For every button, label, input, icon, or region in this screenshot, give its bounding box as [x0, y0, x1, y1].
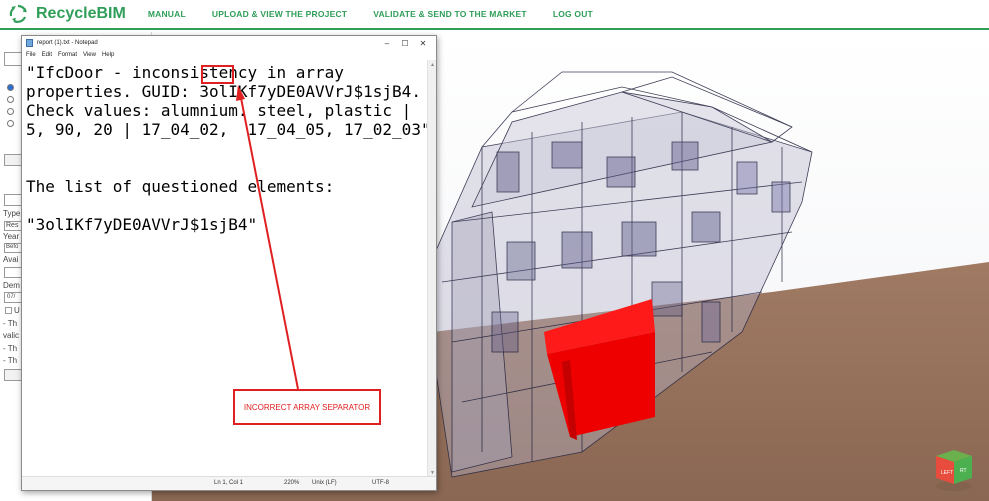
annotation-label-box: INCORRECT ARRAY SEPARATOR [233, 389, 381, 425]
minimize-button[interactable]: – [378, 39, 396, 48]
menu-format[interactable]: Format [58, 52, 77, 58]
menu-help[interactable]: Help [102, 52, 114, 58]
info-line-1: - Th [3, 319, 18, 328]
notepad-title: report (1).txt - Notepad [37, 40, 98, 46]
info-line-2: valic [3, 331, 20, 340]
top-navbar: RecycleBIM MANUAL UPLOAD & VIEW THE PROJ… [0, 0, 989, 30]
vertical-scrollbar[interactable]: ▲ ▼ [427, 60, 436, 478]
annotation-label: INCORRECT ARRAY SEPARATOR [243, 402, 371, 412]
text-line [26, 139, 428, 158]
logo-text: RecycleBIM [36, 5, 126, 22]
option-checkbox[interactable] [5, 307, 12, 314]
nav-manual[interactable]: MANUAL [148, 9, 186, 19]
view-cube[interactable]: LEFT RT [932, 446, 980, 494]
text-line: The list of questioned elements: [26, 177, 335, 196]
checkbox-label: U [14, 306, 20, 315]
info-line-3: - Th [3, 344, 18, 353]
radio-option-1[interactable] [7, 84, 14, 91]
notepad-icon [26, 39, 33, 47]
text-line: "3olIKf7yDE0AVVrJ$1sjB4" [26, 215, 258, 234]
close-button[interactable]: ✕ [414, 39, 432, 48]
radio-option-3[interactable] [7, 108, 14, 115]
viewcube-left-face[interactable]: LEFT [941, 470, 953, 476]
notepad-statusbar: Ln 1, Col 1 220% Unix (LF) UTF-8 [22, 476, 436, 490]
menu-file[interactable]: File [26, 52, 36, 58]
nav-validate-send[interactable]: VALIDATE & SEND TO THE MARKET [373, 9, 527, 19]
menu-view[interactable]: View [83, 52, 96, 58]
label-availability: Avai [3, 255, 19, 264]
label-demolition: Dem [3, 281, 20, 290]
recycle-icon [9, 4, 27, 23]
viewcube-right-face[interactable]: RT [960, 468, 967, 474]
scroll-up-icon[interactable]: ▲ [430, 62, 435, 68]
text-line: properties. GUID: 3olIKf7yDE0AVVrJ$1sjB4… [26, 82, 421, 101]
notepad-menubar: File Edit Format View Help [22, 50, 436, 60]
text-line [26, 158, 428, 177]
radio-option-4[interactable] [7, 120, 14, 127]
text-line: 5, 90, 20 | 17_04_02, 17_04_05, 17_02_03… [26, 120, 431, 139]
status-encoding: UTF-8 [372, 480, 389, 486]
text-line [26, 196, 428, 215]
main-nav: MANUAL UPLOAD & VIEW THE PROJECT VALIDAT… [148, 9, 619, 19]
nav-upload-view[interactable]: UPLOAD & VIEW THE PROJECT [212, 9, 347, 19]
notepad-titlebar[interactable]: report (1).txt - Notepad – ☐ ✕ [22, 36, 436, 50]
text-line: Check values: alumnium. steel, plastic | [26, 101, 412, 120]
maximize-button[interactable]: ☐ [396, 39, 414, 48]
menu-edit[interactable]: Edit [42, 52, 52, 58]
label-year: Year [3, 232, 20, 241]
info-line-4: - Th [3, 356, 18, 365]
radio-option-2[interactable] [7, 96, 14, 103]
status-zoom: 220% [284, 480, 300, 486]
label-type: Type [3, 209, 21, 218]
nav-log-out[interactable]: LOG OUT [553, 9, 593, 19]
status-line-ending: Unix (LF) [312, 480, 337, 486]
logo[interactable]: RecycleBIM [8, 4, 126, 24]
status-position: Ln 1, Col 1 [214, 480, 244, 486]
separator-highlight-box [201, 65, 234, 84]
